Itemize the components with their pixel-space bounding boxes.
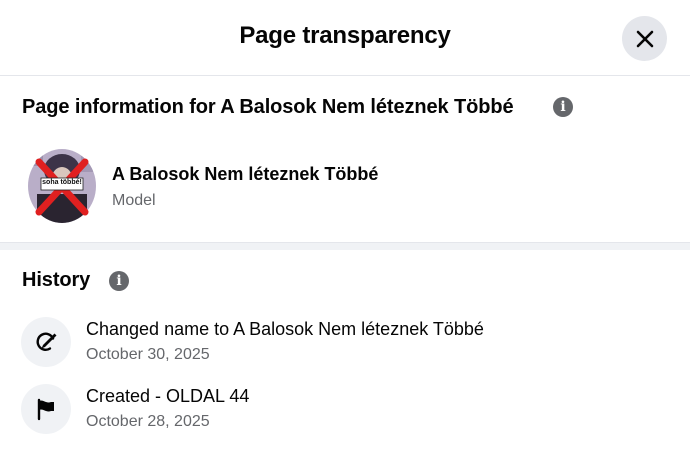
flag-icon [21, 384, 71, 434]
section-divider [0, 242, 690, 250]
history-item-date: October 30, 2025 [86, 346, 210, 363]
history-item-date: October 28, 2025 [86, 413, 210, 430]
page-category: Model [112, 192, 156, 209]
history-item-title: Changed name to A Balosok Nem léteznek T… [86, 319, 484, 339]
info-icon[interactable]: i [553, 97, 573, 117]
avatar[interactable]: soha többé! [27, 148, 97, 224]
close-button[interactable] [622, 16, 667, 61]
avatar-badge-text: soha többé! [42, 179, 82, 186]
rename-icon [21, 317, 71, 367]
history-item-title: Created - OLDAL 44 [86, 386, 250, 406]
history-heading: History [22, 269, 91, 291]
page-transparency-dialog: Page transparency Page information for A… [0, 0, 690, 461]
avatar-image [28, 149, 96, 223]
dialog-header: Page transparency [0, 0, 690, 76]
page-info-heading: Page information for A Balosok Nem létez… [22, 96, 514, 118]
dialog-title: Page transparency [239, 22, 451, 49]
page-name[interactable]: A Balosok Nem léteznek Többé [112, 164, 378, 185]
info-icon[interactable]: i [109, 271, 129, 291]
close-icon [636, 30, 653, 47]
